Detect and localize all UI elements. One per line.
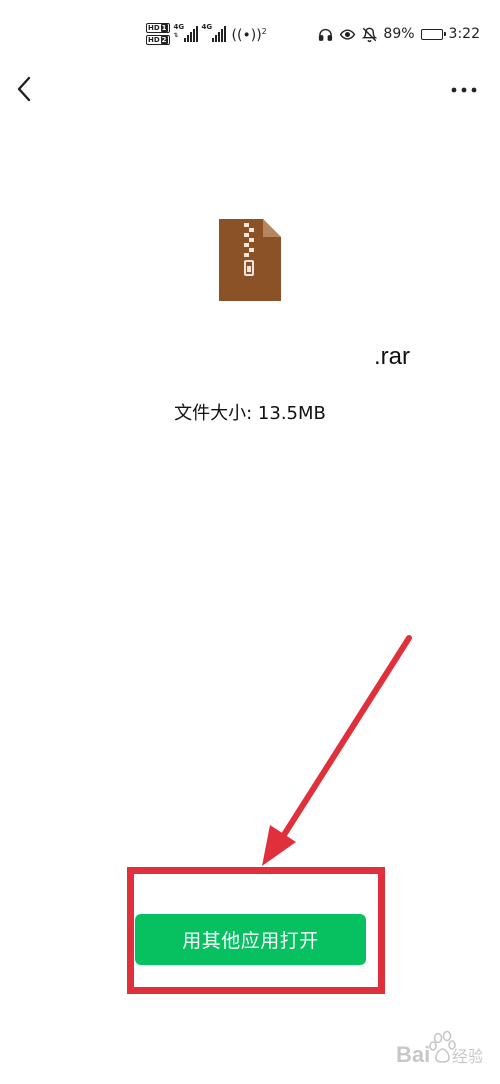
signal-sim1-icon: 4G ⇅ (174, 23, 198, 42)
headphones-icon (319, 28, 333, 41)
svg-text:经验: 经验 (452, 1047, 482, 1066)
battery-percent: 89% (383, 26, 415, 42)
open-with-other-app-button[interactable]: 用其他应用打开 (135, 914, 366, 965)
file-name: .rar (374, 343, 410, 370)
file-preview-screen: HD 1 HD 2 4G ⇅ 4G ((•))2 89% 3:22 .rar 文… (0, 0, 500, 1084)
hd-indicators: HD 1 HD 2 (146, 23, 170, 45)
hd-badge-sim2: HD 2 (146, 35, 170, 45)
eye-icon (340, 28, 356, 40)
archive-zip-icon (219, 219, 281, 301)
svg-text:Bai: Bai (396, 1042, 430, 1067)
more-horizontal-icon[interactable] (450, 80, 478, 100)
battery-icon (420, 28, 446, 40)
status-bar-right: 89% 3:22 (318, 26, 480, 42)
hotspot-icon: ((•))2 (231, 27, 267, 44)
bell-muted-icon (362, 27, 378, 42)
hd-badge-sim1: HD 1 (146, 23, 170, 33)
status-bar: HD 1 HD 2 4G ⇅ 4G ((•))2 89% 3:22 (0, 0, 500, 70)
baidu-jingyan-watermark-logo: Bai 经验 (352, 1030, 484, 1078)
file-size-label: 文件大小: 13.5MB (174, 403, 326, 424)
back-chevron-icon[interactable] (14, 74, 38, 104)
status-bar-left: HD 1 HD 2 4G ⇅ 4G ((•))2 (146, 23, 267, 45)
signal-sim2-icon: 4G (202, 23, 226, 42)
clock-time: 3:22 (448, 26, 480, 42)
